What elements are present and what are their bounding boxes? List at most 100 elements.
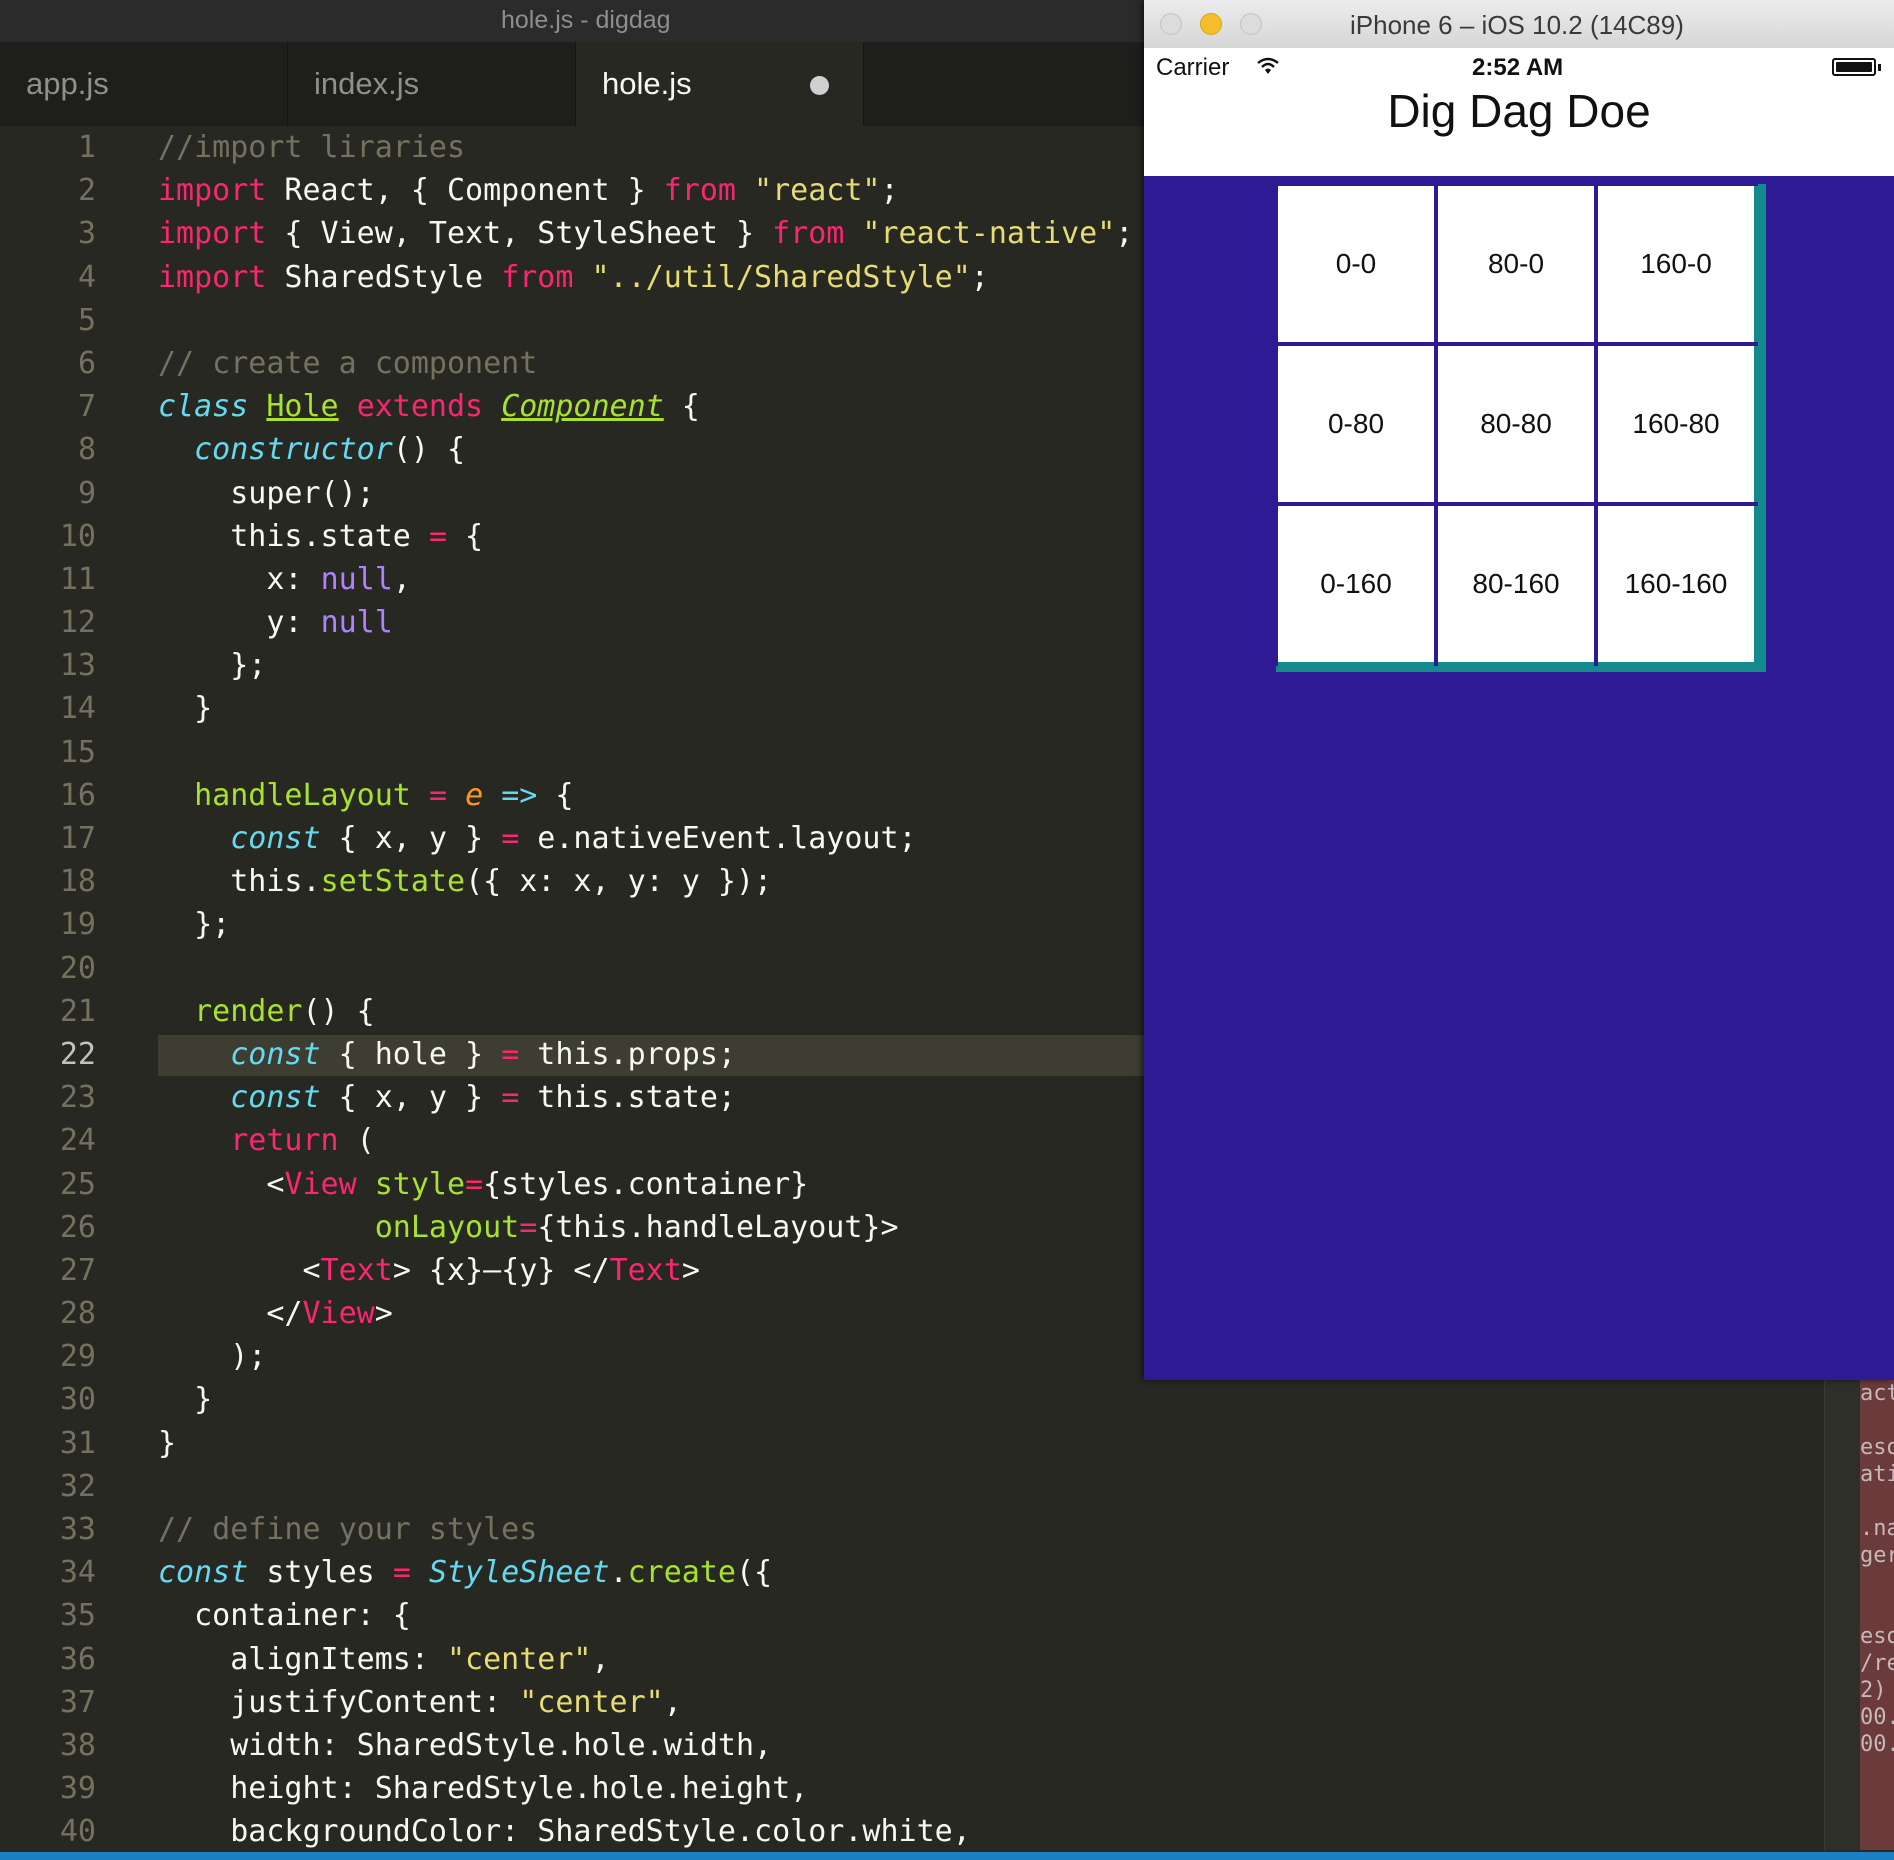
code-line: const styles = StyleSheet.create({ — [158, 1555, 773, 1591]
cell-label: 0-80 — [1327, 408, 1385, 439]
grid-divider — [1276, 502, 1758, 506]
line-number: 38 — [59, 1727, 96, 1763]
cell-label: 0-0 — [1335, 248, 1377, 279]
console-panel-fragment: actesoati.nagereso/re2)00.00. — [1860, 1380, 1894, 1850]
console-text-fragment: act — [1860, 1381, 1894, 1406]
line-number: 34 — [59, 1555, 96, 1591]
battery-icon — [1832, 58, 1881, 76]
board-cell-80-0[interactable]: 80-0 — [1438, 186, 1594, 342]
code-line: import React, { Component } from "react"… — [158, 173, 899, 209]
line-number: 19 — [59, 907, 96, 943]
line-number: 10 — [59, 518, 96, 554]
line-number: 12 — [59, 605, 96, 641]
code-line: height: SharedStyle.hole.height, — [158, 1771, 809, 1807]
board-cell-80-80[interactable]: 80-80 — [1438, 346, 1594, 502]
grid-divider — [1276, 184, 1758, 186]
line-number: 2 — [77, 173, 96, 209]
grid-divider — [1434, 184, 1438, 666]
line-number: 32 — [59, 1468, 96, 1504]
code-line: alignItems: "center", — [158, 1641, 610, 1677]
code-line: x: null, — [158, 561, 411, 597]
simulator-window-title: iPhone 6 – iOS 10.2 (14C89) — [1350, 10, 1684, 40]
board-cell-0-160[interactable]: 0-160 — [1278, 506, 1434, 662]
tab-label: hole.js — [602, 66, 692, 101]
code-line: super(); — [158, 475, 375, 511]
unsaved-indicator-icon[interactable] — [810, 76, 829, 95]
line-number: 26 — [59, 1209, 96, 1245]
board-cell-160-160[interactable]: 160-160 — [1598, 506, 1754, 662]
game-board: 0-0 80-0 160-0 0-80 80-80 160-80 0-160 8… — [1276, 184, 1766, 672]
code-line: const { x, y } = e.nativeEvent.layout; — [230, 821, 917, 856]
line-number: 40 — [59, 1814, 96, 1850]
line-number: 1 — [77, 130, 96, 165]
code-editor[interactable]: //import liraries import React, { Compon… — [158, 126, 1133, 1854]
tab-index-js[interactable]: index.js — [288, 42, 576, 126]
line-number: 3 — [77, 216, 96, 252]
line-number: 6 — [77, 345, 96, 381]
code-line: y: null — [158, 605, 393, 641]
line-number: 33 — [59, 1512, 96, 1547]
line-number: 18 — [59, 864, 96, 900]
code-line: class Hole extends Component { — [158, 389, 700, 425]
line-number: 17 — [59, 821, 96, 856]
code-line: } — [158, 1425, 177, 1461]
board-cell-80-160[interactable]: 80-160 — [1438, 506, 1594, 662]
line-number: 29 — [59, 1339, 96, 1375]
code-line: <View style={styles.container} — [158, 1166, 809, 1202]
line-number: 36 — [59, 1641, 96, 1677]
console-text-fragment — [1860, 1569, 1894, 1596]
line-number: 39 — [59, 1771, 96, 1807]
code-line: width: SharedStyle.hole.width, — [158, 1727, 773, 1763]
console-text-fragment: /re — [1860, 1651, 1894, 1676]
simulator-window: iPhone 6 – iOS 10.2 (14C89) Carrier 2:52… — [1144, 0, 1894, 1380]
console-text-fragment: eso — [1860, 1624, 1894, 1649]
console-text-fragment: 00. — [1860, 1732, 1894, 1757]
board-cell-160-80[interactable]: 160-80 — [1598, 346, 1754, 502]
code-line: backgroundColor: SharedStyle.color.white… — [158, 1814, 971, 1850]
console-text-fragment: 00. — [1860, 1705, 1894, 1730]
console-text-fragment: ati — [1860, 1462, 1894, 1487]
grid-divider — [1276, 184, 1278, 666]
code-line: justifyContent: "center", — [158, 1684, 682, 1720]
code-line: // create a component — [158, 345, 538, 381]
line-number: 8 — [77, 432, 96, 468]
code-line: } — [158, 691, 213, 727]
board-cell-160-0[interactable]: 160-0 — [1598, 186, 1754, 342]
code-line: constructor() { — [194, 432, 466, 468]
code-line: } — [158, 1382, 213, 1418]
close-window-button[interactable] — [1160, 13, 1182, 35]
console-text-fragment — [1860, 1596, 1894, 1623]
zoom-window-button[interactable] — [1240, 13, 1262, 35]
line-number: 23 — [59, 1080, 96, 1116]
console-text-fragment — [1860, 1407, 1894, 1434]
board-cell-0-0[interactable]: 0-0 — [1278, 186, 1434, 342]
console-text-fragment: 2) — [1860, 1678, 1887, 1703]
line-number: 14 — [59, 691, 96, 727]
tab-hole-js[interactable]: hole.js — [576, 42, 864, 126]
cell-label: 0-160 — [1320, 568, 1392, 599]
line-number: 4 — [77, 259, 96, 295]
line-number: 5 — [77, 302, 96, 338]
line-number: 11 — [59, 561, 96, 597]
console-text-fragment — [1860, 1488, 1894, 1515]
minimize-window-button[interactable] — [1200, 13, 1222, 35]
code-line: this.setState({ x: x, y: y }); — [158, 864, 773, 900]
app-title: Dig Dag Doe — [1387, 85, 1651, 137]
code-line: // define your styles — [158, 1512, 538, 1547]
code-line: const { x, y } = this.state; — [230, 1080, 736, 1116]
cell-label: 160-160 — [1624, 568, 1728, 599]
editor-scrollbar[interactable] — [1824, 1380, 1861, 1850]
carrier-label: Carrier — [1156, 54, 1230, 81]
board-cell-0-80[interactable]: 0-80 — [1278, 346, 1434, 502]
tab-app-js[interactable]: app.js — [0, 42, 288, 126]
line-number: 22 — [59, 1036, 96, 1072]
cell-label: 80-0 — [1487, 248, 1545, 279]
code-line: }; — [158, 907, 231, 943]
line-number: 30 — [59, 1382, 96, 1418]
line-number: 27 — [59, 1252, 96, 1288]
line-number: 16 — [59, 777, 96, 813]
code-line: import { View, Text, StyleSheet } from "… — [158, 216, 1134, 252]
